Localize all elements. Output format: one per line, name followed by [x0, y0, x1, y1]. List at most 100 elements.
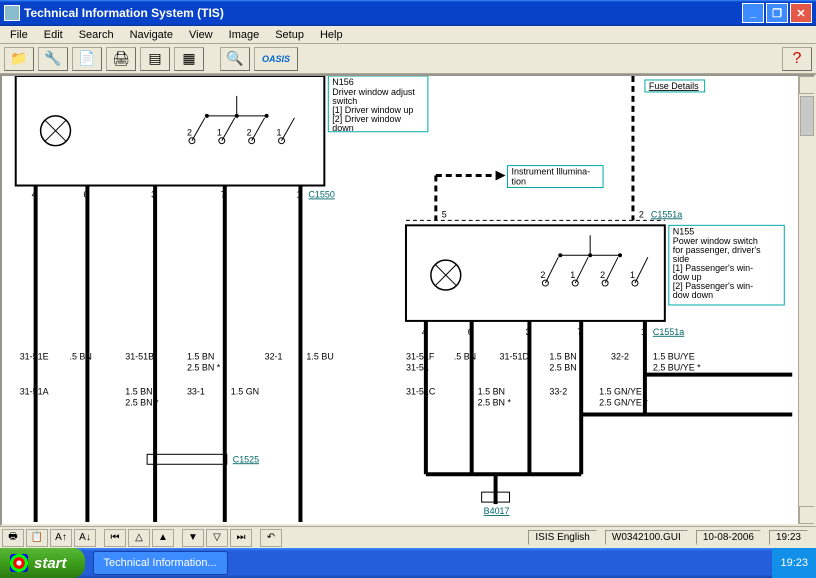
svg-text:Instrument Illumina-: Instrument Illumina-: [512, 167, 591, 177]
menu-edit[interactable]: Edit: [36, 27, 71, 43]
n156-id: N156: [332, 77, 353, 87]
windows-taskbar: start Technical Information... 19:23: [0, 548, 816, 578]
title-bar: Technical Information System (TIS) _ ❐ ✕: [0, 0, 816, 26]
menu-image[interactable]: Image: [221, 27, 268, 43]
svg-text:.5 BN: .5 BN: [69, 352, 91, 362]
arrow-down-bold-icon[interactable]: A↓: [74, 529, 96, 547]
taskbar-app-label: Technical Information...: [104, 557, 217, 569]
menu-navigate[interactable]: Navigate: [122, 27, 181, 43]
svg-text:down: down: [332, 123, 353, 133]
svg-text:32-2: 32-2: [611, 352, 629, 362]
close-button[interactable]: ✕: [790, 3, 812, 23]
svg-text:2.5 BN *: 2.5 BN *: [549, 363, 583, 373]
svg-text:1.5 BN: 1.5 BN: [125, 387, 152, 397]
svg-text:1: 1: [630, 270, 635, 280]
svg-text:2: 2: [639, 209, 644, 219]
help-button[interactable]: ?: [782, 47, 812, 71]
svg-text:2: 2: [600, 270, 605, 280]
tool-wrench-icon[interactable]: 🔧: [38, 47, 68, 71]
scrollbar-thumb[interactable]: [800, 96, 814, 136]
tray-clock: 19:23: [780, 557, 808, 569]
prev-page-icon[interactable]: △: [128, 529, 150, 547]
taskbar-app-button[interactable]: Technical Information...: [93, 551, 228, 575]
copy-icon[interactable]: 📋: [26, 529, 48, 547]
minimize-button[interactable]: _: [742, 3, 764, 23]
svg-text:1: 1: [277, 128, 282, 138]
svg-text:31-51A: 31-51A: [20, 387, 49, 397]
content-area: 2 1 2 1 N156 Driver window adjust switch…: [0, 74, 816, 526]
tool-search-icon[interactable]: 🔍: [220, 47, 250, 71]
svg-text:1.5 BN: 1.5 BN: [549, 352, 576, 362]
tool-doc-icon[interactable]: 📄: [72, 47, 102, 71]
conn-c1525: C1525: [233, 454, 259, 464]
svg-text:2.5 BU/YE *: 2.5 BU/YE *: [653, 363, 701, 373]
toolbar: 📁 🔧 📄 🖨 ▤ ▦ 🔍 OASIS ?: [0, 44, 816, 74]
svg-text:1.5 BN: 1.5 BN: [478, 387, 505, 397]
maximize-button[interactable]: ❐: [766, 3, 788, 23]
last-page-icon[interactable]: ⏭: [230, 529, 252, 547]
window-title: Technical Information System (TIS): [24, 6, 224, 20]
svg-text:33-1: 33-1: [187, 387, 205, 397]
app-icon: [4, 5, 20, 21]
svg-text:tion: tion: [512, 177, 526, 187]
next-page-icon[interactable]: ▽: [206, 529, 228, 547]
svg-text:31-51D: 31-51D: [500, 352, 530, 362]
page-down-icon[interactable]: ▼: [182, 529, 204, 547]
arrow-up-bold-icon[interactable]: A↑: [50, 529, 72, 547]
svg-text:dow down: dow down: [673, 290, 713, 300]
page-up-icon[interactable]: ▲: [152, 529, 174, 547]
first-page-icon[interactable]: ⏮: [104, 529, 126, 547]
svg-text:31-51E: 31-51E: [20, 352, 49, 362]
svg-text:5: 5: [442, 209, 447, 219]
n155-id: N155: [673, 226, 694, 236]
tool-chart-icon[interactable]: ▦: [174, 47, 204, 71]
svg-text:2: 2: [187, 128, 192, 138]
menu-bar: File Edit Search Navigate View Image Set…: [0, 26, 816, 44]
svg-text:31-51F: 31-51F: [406, 352, 435, 362]
svg-text:1.5 BU/YE: 1.5 BU/YE: [653, 352, 695, 362]
bottom-toolbar: 🖶 📋 A↑ A↓ ⏮ △ ▲ ▼ ▽ ⏭ ↶ ISIS English W03…: [0, 526, 816, 548]
svg-text:1.5 BN: 1.5 BN: [187, 352, 214, 362]
svg-text:.5 BN: .5 BN: [454, 352, 476, 362]
menu-file[interactable]: File: [2, 27, 36, 43]
menu-setup[interactable]: Setup: [267, 27, 312, 43]
conn-c1550: C1550: [308, 189, 334, 199]
status-date: 10-08-2006: [696, 530, 761, 545]
vertical-scrollbar[interactable]: [798, 76, 814, 524]
svg-text:2.5 GN/YE *: 2.5 GN/YE *: [599, 398, 648, 408]
svg-text:31-51B: 31-51B: [125, 352, 154, 362]
svg-text:2: 2: [540, 270, 545, 280]
fuse-details-link: Fuse Details: [649, 81, 699, 91]
conn-c1551a: C1551a: [653, 327, 684, 337]
svg-text:31-51C: 31-51C: [406, 387, 436, 397]
svg-text:2.5 BN *: 2.5 BN *: [187, 363, 221, 373]
status-time: 19:23: [769, 530, 808, 545]
svg-text:2: 2: [247, 128, 252, 138]
svg-text:31-51: 31-51: [406, 363, 429, 373]
status-bar: ISIS English W0342100.GUI 10-08-2006 19:…: [528, 530, 814, 545]
status-filename: W0342100.GUI: [605, 530, 688, 545]
print-icon[interactable]: 🖶: [2, 529, 24, 547]
svg-text:1: 1: [217, 128, 222, 138]
tool-page-icon[interactable]: ▤: [140, 47, 170, 71]
tool-print-icon[interactable]: 🖨: [106, 47, 136, 71]
svg-text:2.5 BN *: 2.5 BN *: [478, 398, 512, 408]
svg-text:32-1: 32-1: [265, 352, 283, 362]
menu-help[interactable]: Help: [312, 27, 351, 43]
wiring-diagram: 2 1 2 1 N156 Driver window adjust switch…: [6, 76, 796, 524]
oasis-button[interactable]: OASIS: [254, 47, 298, 71]
svg-text:33-2: 33-2: [549, 387, 567, 397]
tool-open-icon[interactable]: 📁: [4, 47, 34, 71]
start-button[interactable]: start: [0, 548, 85, 578]
conn-b4017: B4017: [484, 506, 510, 516]
svg-text:1.5 GN: 1.5 GN: [231, 387, 259, 397]
svg-text:1.5 GN/YE: 1.5 GN/YE: [599, 387, 642, 397]
svg-text:2.5 BN *: 2.5 BN *: [125, 398, 159, 408]
system-tray[interactable]: 19:23: [772, 548, 816, 578]
status-language: ISIS English: [528, 530, 596, 545]
menu-view[interactable]: View: [181, 27, 221, 43]
menu-search[interactable]: Search: [71, 27, 122, 43]
back-icon[interactable]: ↶: [260, 529, 282, 547]
svg-text:1: 1: [570, 270, 575, 280]
conn-c1551a-top: C1551a: [651, 209, 682, 219]
